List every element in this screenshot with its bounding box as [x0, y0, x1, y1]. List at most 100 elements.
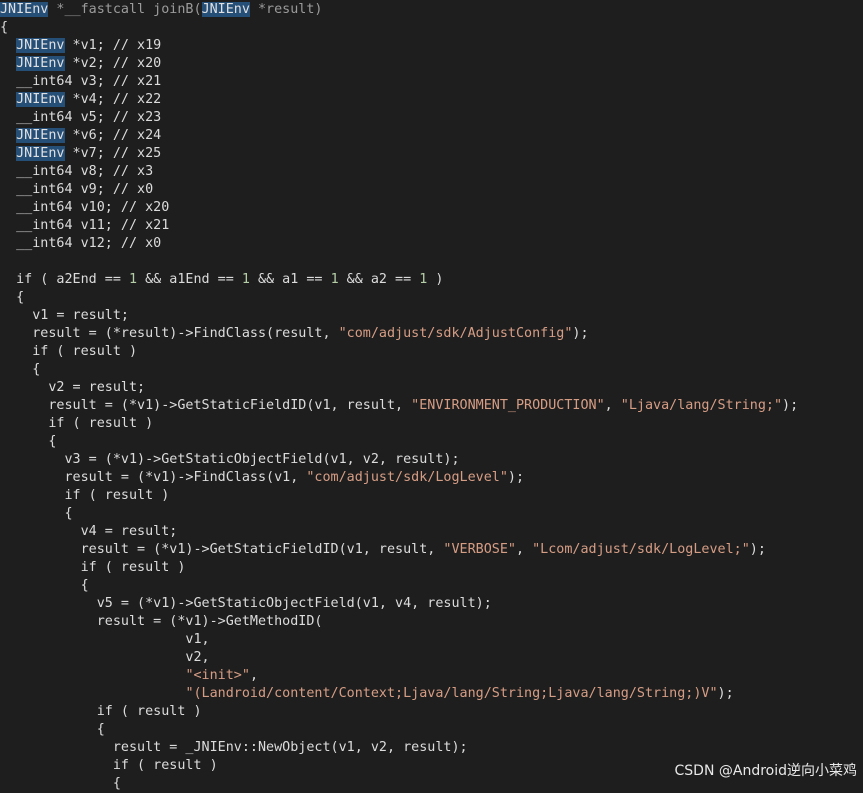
code-token: result = _JNIEnv::NewObject(v1, v2, resu… [0, 740, 468, 755]
code-line: if ( result ) [0, 703, 202, 721]
code-token: result = (*v1)->GetMethodID( [0, 614, 323, 629]
code-line: { [0, 577, 89, 595]
code-line: __int64 v8; // x3 [0, 163, 153, 181]
code-token: ) [427, 272, 444, 287]
code-token: && a2 == [338, 272, 420, 287]
code-token: __int64 v12; // x0 [0, 236, 162, 251]
code-token: result = (*v1)->FindClass(v1, [0, 470, 307, 485]
code-token: if ( result ) [0, 488, 170, 503]
highlighted-type-token: JNIEnv [0, 2, 49, 17]
code-line: if ( result ) [0, 487, 169, 505]
code-token: { [0, 290, 25, 305]
code-line: JNIEnv *v2; // x20 [0, 55, 161, 73]
code-token: if ( result ) [0, 344, 138, 359]
code-token: v2 = result; [0, 380, 146, 395]
code-line: __int64 v12; // x0 [0, 235, 161, 253]
highlighted-type-token: JNIEnv [16, 56, 65, 71]
code-line: result = (*v1)->GetStaticFieldID(v1, res… [0, 541, 766, 559]
code-line: v5 = (*v1)->GetStaticObjectField(v1, v4,… [0, 595, 492, 613]
code-token: if ( result ) [0, 704, 202, 719]
code-line: { [0, 775, 121, 793]
csdn-watermark: CSDN @Android逆向小菜鸡 [674, 763, 858, 779]
code-token: if ( result ) [0, 758, 218, 773]
highlighted-type-token: JNIEnv [16, 92, 65, 107]
code-editor[interactable]: JNIEnv *__fastcall joinB(JNIEnv *result)… [0, 0, 863, 791]
code-token: "(Landroid/content/Context;Ljava/lang/St… [185, 686, 718, 701]
code-line: v4 = result; [0, 523, 178, 541]
code-line: __int64 v3; // x21 [0, 73, 161, 91]
code-token: *result) [249, 2, 323, 17]
code-token: if ( a2End == [0, 272, 129, 287]
code-token: v5 = (*v1)->GetStaticObjectField(v1, v4,… [0, 596, 492, 611]
code-token: *v6; // x24 [64, 128, 162, 143]
code-token: ); [717, 686, 734, 701]
code-line: __int64 v10; // x20 [0, 199, 169, 217]
code-token: 1 [241, 272, 250, 287]
code-token: ); [749, 542, 766, 557]
code-token: , [515, 542, 533, 557]
code-token: if ( result ) [0, 560, 186, 575]
code-token: "Lcom/adjust/sdk/LogLevel;" [532, 542, 750, 557]
code-line: __int64 v9; // x0 [0, 181, 153, 199]
code-line: __int64 v5; // x23 [0, 109, 161, 127]
code-token: *v4; // x22 [64, 92, 162, 107]
code-line: v1 = result; [0, 307, 129, 325]
code-token: "ENVIRONMENT_PRODUCTION" [411, 398, 605, 413]
highlighted-type-token: JNIEnv [16, 146, 65, 161]
code-line: v1, [0, 631, 210, 649]
code-token: ); [507, 470, 525, 485]
code-token: && a1 == [249, 272, 331, 287]
code-token: v4 = result; [0, 524, 178, 539]
code-line: { [0, 361, 40, 379]
code-token: v1, [0, 632, 210, 647]
code-token: result = (*v1)->GetStaticFieldID(v1, res… [0, 398, 412, 413]
code-line: __int64 v11; // x21 [0, 217, 169, 235]
code-line: if ( result ) [0, 415, 153, 433]
code-token: __int64 v9; // x0 [0, 182, 154, 197]
code-token: v3 = (*v1)->GetStaticObjectField(v1, v2,… [0, 452, 460, 467]
code-token: { [0, 20, 9, 35]
code-token: "com/adjust/sdk/AdjustConfig" [338, 326, 573, 341]
code-token: __int64 v10; // x20 [0, 200, 170, 215]
code-line: v3 = (*v1)->GetStaticObjectField(v1, v2,… [0, 451, 460, 469]
code-line: if ( result ) [0, 343, 137, 361]
code-line: if ( a2End == 1 && a1End == 1 && a1 == 1… [0, 271, 443, 289]
code-token: , [604, 398, 621, 413]
code-line: { [0, 433, 56, 451]
highlighted-type-token: JNIEnv [16, 38, 65, 53]
code-line: { [0, 721, 105, 739]
code-line: JNIEnv *__fastcall joinB(JNIEnv *result) [0, 1, 323, 19]
code-line: { [0, 19, 8, 37]
code-token: if ( result ) [0, 416, 154, 431]
code-token: *v2; // x20 [64, 56, 162, 71]
code-token: { [0, 362, 41, 377]
code-token: v1 = result; [0, 308, 129, 323]
code-line: v2 = result; [0, 379, 145, 397]
code-token: 1 [129, 272, 138, 287]
code-token: __int64 v5; // x23 [0, 110, 162, 125]
code-token: && a1End == [137, 272, 242, 287]
code-line: if ( result ) [0, 757, 218, 775]
code-token: "Ljava/lang/String;" [620, 398, 783, 413]
code-token: __int64 v3; // x21 [0, 74, 162, 89]
code-line: result = (*v1)->GetMethodID( [0, 613, 323, 631]
code-line: result = (*v1)->GetStaticFieldID(v1, res… [0, 397, 798, 415]
code-token: *v7; // x25 [64, 146, 162, 161]
highlighted-type-token: JNIEnv [201, 2, 250, 17]
code-token: *__fastcall joinB( [48, 2, 202, 17]
highlighted-type-token: JNIEnv [16, 128, 65, 143]
code-token: result = (*result)->FindClass(result, [0, 326, 339, 341]
code-line: result = (*result)->FindClass(result, "c… [0, 325, 588, 343]
code-line: "<init>", [0, 667, 258, 685]
code-token: v2, [0, 650, 210, 665]
code-line: { [0, 505, 73, 523]
code-line: JNIEnv *v4; // x22 [0, 91, 161, 109]
code-token: { [0, 776, 121, 791]
code-line: result = (*v1)->FindClass(v1, "com/adjus… [0, 469, 524, 487]
code-token: { [0, 506, 73, 521]
code-line: JNIEnv *v1; // x19 [0, 37, 161, 55]
code-token: , [249, 668, 258, 683]
